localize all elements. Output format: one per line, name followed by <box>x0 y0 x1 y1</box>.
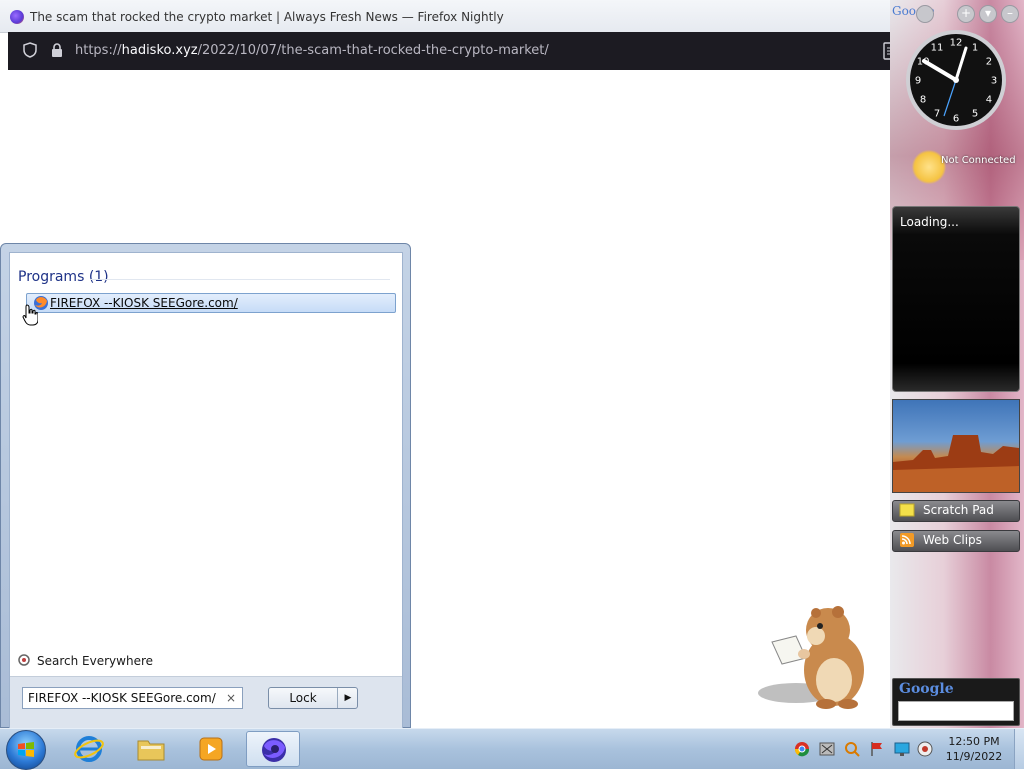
program-result-label: FIREFOX --KIOSK SEEGore.com/ <box>50 296 238 310</box>
clock-number: 7 <box>934 108 940 119</box>
desert-landscape-image <box>893 435 1019 492</box>
window-titlebar[interactable]: The scam that rocked the crypto market |… <box>0 0 1024 33</box>
taskbar-explorer[interactable] <box>124 731 178 767</box>
clock-gadget[interactable]: 121234567891011 <box>904 28 1008 132</box>
clock-number: 5 <box>972 108 978 119</box>
search-tray-icon[interactable] <box>844 741 860 757</box>
url-bar[interactable]: https://hadisko.xyz/2022/10/07/the-scam-… <box>8 32 900 70</box>
display-tray-icon[interactable] <box>894 741 910 757</box>
search-icon <box>18 654 30 666</box>
clock-number: 11 <box>931 43 944 54</box>
show-desktop-button[interactable] <box>1014 729 1024 769</box>
google-search-gadget[interactable]: Google <box>892 678 1020 726</box>
firefox-nightly-icon <box>262 738 286 762</box>
taskbar-firefox-nightly[interactable] <box>246 731 300 767</box>
tracking-shield-icon[interactable] <box>22 42 38 58</box>
heading-divider <box>90 279 390 280</box>
sidebar-dropdown-icon[interactable]: ▾ <box>979 5 997 23</box>
window-title: The scam that rocked the crypto market |… <box>30 10 504 24</box>
volume-tray-icon[interactable] <box>917 741 933 757</box>
web-clips-gadget[interactable]: Web Clips <box>892 530 1020 552</box>
clock-time: 12:50 PM <box>948 735 1000 748</box>
media-player-icon <box>199 737 223 761</box>
lock-icon[interactable] <box>50 42 64 58</box>
firefox-nightly-icon <box>10 10 24 24</box>
clock-number: 9 <box>915 76 921 87</box>
clock-number: 2 <box>986 57 992 68</box>
taskbar-internet-explorer[interactable] <box>62 731 116 767</box>
slideshow-gadget[interactable] <box>892 399 1020 493</box>
google-logo: Google <box>899 681 954 697</box>
clock-number: 1 <box>972 43 978 54</box>
clock-number: 12 <box>950 38 963 49</box>
windows-logo-icon <box>18 742 34 757</box>
clock-number: 3 <box>991 76 997 87</box>
clock-number: 6 <box>953 114 959 125</box>
action-center-flag-icon[interactable] <box>869 741 885 757</box>
taskbar-clock[interactable]: 12:50 PM 11/9/2022 <box>936 734 1012 764</box>
feed-headlines-gadget[interactable]: Loading... <box>892 206 1020 392</box>
lock-button-label: Lock <box>289 691 317 705</box>
taskbar-media-player[interactable] <box>184 731 238 767</box>
hamster-reading-icon <box>758 606 864 709</box>
clock-number: 8 <box>920 95 926 106</box>
scratch-pad-gadget[interactable]: Scratch Pad <box>892 500 1020 522</box>
sidebar-add-icon[interactable]: + <box>957 5 975 23</box>
gadget-label: Scratch Pad <box>923 503 994 517</box>
feed-loading-text: Loading... <box>900 215 959 229</box>
start-search-value: FIREFOX --KIOSK SEEGore.com/ <box>28 691 216 705</box>
gadget-label: Web Clips <box>923 533 982 547</box>
start-search-input[interactable]: FIREFOX --KIOSK SEEGore.com/ × <box>22 687 243 709</box>
network-tray-icon[interactable] <box>819 741 835 757</box>
search-everywhere-label: Search Everywhere <box>37 654 153 668</box>
start-menu-search-bar: FIREFOX --KIOSK SEEGore.com/ × Lock ▶ <box>10 676 402 728</box>
start-button[interactable] <box>6 730 46 770</box>
google-search-input[interactable] <box>898 701 1014 721</box>
start-menu: Programs (1) FIREFOX --KIOSK SEEGore.com… <box>0 243 411 728</box>
clear-search-icon[interactable]: × <box>226 691 236 705</box>
folder-icon <box>137 740 165 761</box>
sidebar-gadget-tile-icon[interactable] <box>916 5 934 23</box>
lock-button[interactable]: Lock ▶ <box>268 687 358 709</box>
programs-heading: Programs (1) <box>18 269 109 285</box>
rss-icon <box>900 533 914 547</box>
program-result-firefox[interactable]: FIREFOX --KIOSK SEEGore.com/ <box>26 293 396 313</box>
clock-date: 11/9/2022 <box>945 750 1003 763</box>
url-text[interactable]: https://hadisko.xyz/2022/10/07/the-scam-… <box>75 43 549 58</box>
clock-number: 4 <box>986 95 992 106</box>
start-menu-results-pane: Programs (1) FIREFOX --KIOSK SEEGore.com… <box>9 252 403 728</box>
internet-explorer-icon <box>74 736 104 762</box>
search-everywhere-link[interactable]: Search Everywhere <box>18 654 153 668</box>
note-icon <box>899 503 915 517</box>
weather-status: Not Connected <box>941 155 1016 166</box>
sidebar-minimize-icon[interactable]: – <box>1001 5 1019 23</box>
hand-cursor-icon <box>22 304 38 326</box>
power-options-arrow-icon[interactable]: ▶ <box>337 688 358 708</box>
chrome-tray-icon[interactable] <box>794 741 810 757</box>
taskbar: 12:50 PM 11/9/2022 <box>0 728 1024 770</box>
